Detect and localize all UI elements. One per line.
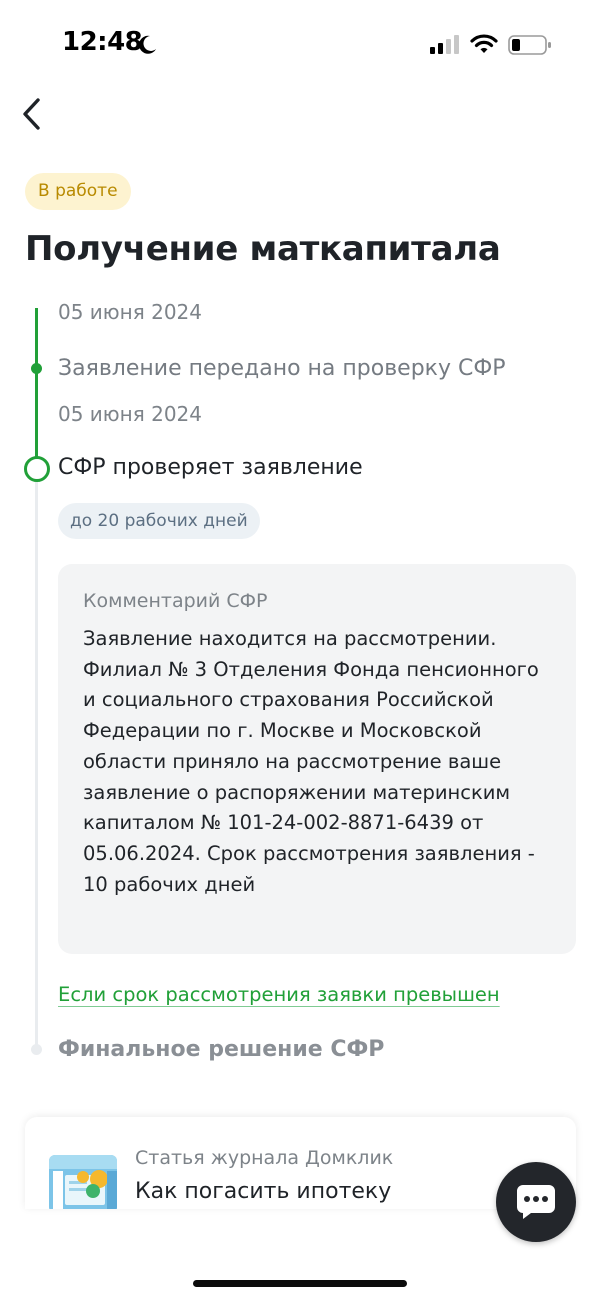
back-button[interactable] (12, 94, 52, 134)
article-card[interactable]: Статья журнала Домклик Как погасить ипот… (25, 1117, 576, 1209)
comment-label: Комментарий СФР (83, 590, 268, 612)
chat-bubble-icon (517, 1185, 555, 1219)
home-indicator (193, 1280, 407, 1287)
chat-button[interactable] (496, 1162, 576, 1242)
status-badge: В работе (25, 173, 131, 210)
timeline-dot-completed (31, 363, 42, 374)
step-title-submitted: Заявление передано на проверку СФР (58, 356, 506, 381)
cellular-signal-icon (430, 35, 459, 54)
battery-icon (508, 35, 551, 55)
deadline-chip: до 20 рабочих дней (58, 503, 260, 539)
page-title: Получение маткапитала (25, 229, 501, 269)
chevron-left-icon (23, 98, 40, 130)
moon-icon (139, 35, 156, 54)
timeline-dot-current (24, 456, 50, 482)
comment-card: Комментарий СФР Заявление находится на р… (58, 564, 576, 954)
step-date: 05 июня 2024 (58, 402, 203, 426)
scroll-clip: 05 июня 2024 (0, 300, 600, 330)
previous-step-date: 05 июня 2024 (58, 300, 203, 324)
article-label: Статья журнала Домклик (135, 1147, 394, 1169)
timeline-line-pending (35, 480, 38, 1048)
overdue-link[interactable]: Если срок рассмотрения заявки превышен (58, 983, 500, 1006)
article-thumbnail (49, 1155, 117, 1209)
timeline-dot-pending (31, 1044, 42, 1055)
status-time: 12:48 (62, 27, 143, 57)
step-title-final: Финальное решение СФР (58, 1037, 385, 1062)
timeline-line-completed (35, 308, 38, 468)
wifi-icon (470, 34, 498, 53)
step-title-current: СФР проверяет заявление (58, 455, 363, 480)
article-title: Как погасить ипотеку (135, 1179, 392, 1204)
comment-text: Заявление находится на рассмотрении. Фил… (83, 627, 539, 896)
